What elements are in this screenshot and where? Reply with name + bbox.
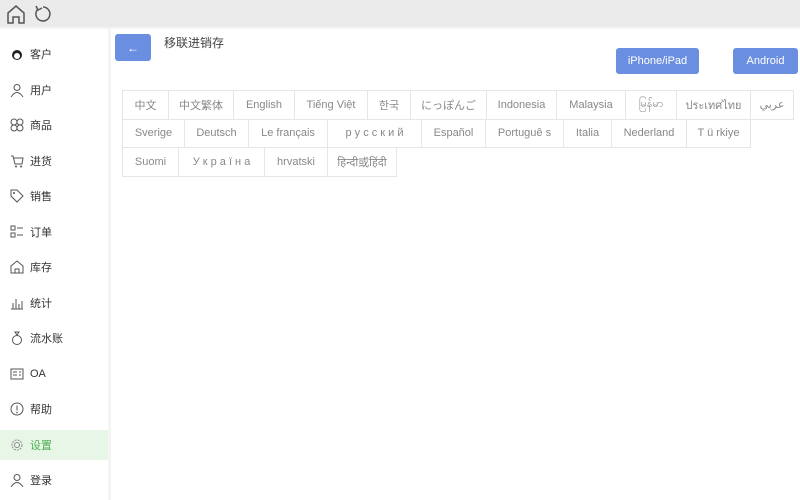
language-row: Suomi У к р а ї н а hrvatski हिन्दी或हिंदी bbox=[122, 147, 793, 177]
language-option[interactable]: Italia bbox=[563, 118, 612, 148]
sidebar-item-3[interactable]: 进货 bbox=[0, 146, 108, 176]
language-row: 中文 中文繁体 English Tiếng Việt 한국 にっぽんご Indonesia M… bbox=[122, 90, 794, 120]
customer-icon bbox=[12, 50, 22, 60]
top-bar bbox=[0, 0, 800, 27]
language-option[interactable]: 한국 bbox=[367, 90, 411, 120]
gear-icon bbox=[11, 439, 23, 450]
language-option[interactable]: にっぽんご bbox=[410, 90, 487, 120]
sidebar-item-4[interactable]: 销售 bbox=[0, 181, 108, 211]
language-option[interactable]: Suomi bbox=[122, 147, 179, 177]
sidebar-item-6[interactable]: 库存 bbox=[0, 252, 108, 282]
cart-icon bbox=[11, 155, 24, 167]
language-option[interactable]: 中文 bbox=[122, 90, 169, 120]
language-option[interactable]: Nederland bbox=[611, 118, 687, 148]
iphone-ipad-button[interactable]: iPhone/iPad bbox=[616, 48, 699, 74]
language-option[interactable]: Deutsch bbox=[184, 118, 249, 148]
sidebar-item-label: 进货 bbox=[30, 155, 52, 168]
main-panel: ← 移联进销存 iPhone/iPad Android 中文 中文繁体 Englis… bbox=[111, 29, 800, 500]
sidebar-item-9[interactable]: OA bbox=[0, 359, 108, 389]
language-row: Sverige Deutsch Le français р у с с к и й Es… bbox=[122, 118, 793, 148]
sidebar-item-label: 用户 bbox=[30, 84, 52, 97]
sidebar-item-label: 销售 bbox=[30, 191, 52, 203]
sidebar-item-8[interactable]: 流水账 bbox=[0, 323, 108, 353]
language-option[interactable]: عربي bbox=[750, 90, 794, 120]
login-user-icon bbox=[10, 474, 24, 487]
language-option[interactable]: မြန်မာ bbox=[625, 90, 677, 120]
language-option[interactable]: 中文繁体 bbox=[168, 90, 234, 120]
language-option[interactable]: Malaysia bbox=[556, 90, 626, 120]
language-option[interactable]: Tiếng Việt bbox=[294, 90, 368, 120]
warehouse-icon bbox=[10, 260, 24, 274]
id-card-icon bbox=[10, 368, 24, 379]
language-option[interactable]: हिन्दी或हिंदी bbox=[327, 147, 397, 177]
sidebar-item-label: 流水账 bbox=[30, 333, 63, 345]
sidebar-item-label: 统计 bbox=[30, 297, 52, 310]
language-option[interactable]: Indonesia bbox=[486, 90, 557, 120]
sidebar-item-label: 登录 bbox=[30, 475, 52, 487]
back-button[interactable]: ← bbox=[115, 34, 151, 61]
sidebar-item-label: 订单 bbox=[30, 226, 52, 239]
language-option[interactable]: English bbox=[233, 90, 295, 120]
list-icon bbox=[10, 225, 23, 237]
sidebar-item-label: 帮助 bbox=[30, 404, 52, 416]
home-icon[interactable] bbox=[5, 3, 27, 25]
goods-icon bbox=[10, 118, 24, 132]
language-option[interactable]: Español bbox=[421, 118, 486, 148]
sidebar-item-1[interactable]: 用户 bbox=[0, 75, 108, 105]
sidebar-item-label: 客户 bbox=[30, 49, 52, 61]
sidebar: 客户用户商品进货销售订单库存统计流水账 OA 帮助设置登录 bbox=[0, 29, 108, 500]
sidebar-item-label: OA bbox=[30, 367, 46, 380]
sidebar-item-5[interactable]: 订单 bbox=[0, 217, 108, 247]
language-option[interactable]: Sverige bbox=[122, 118, 185, 148]
language-option[interactable]: р у с с к и й bbox=[327, 118, 422, 148]
moneybag-icon bbox=[12, 331, 22, 345]
language-option[interactable]: Portuguê s bbox=[485, 118, 564, 148]
language-grid: 中文 中文繁体 English Tiếng Việt 한국 にっぽんご Indonesia M… bbox=[122, 90, 794, 177]
sidebar-item-2[interactable]: 商品 bbox=[0, 110, 108, 140]
chart-icon bbox=[11, 298, 23, 309]
language-option[interactable]: Le français bbox=[248, 118, 328, 148]
refresh-icon[interactable] bbox=[32, 3, 54, 25]
sidebar-item-10[interactable]: 帮助 bbox=[0, 394, 108, 424]
sidebar-item-7[interactable]: 统计 bbox=[0, 288, 108, 318]
sidebar-item-label: 库存 bbox=[30, 262, 52, 274]
language-option[interactable]: ประเทศไทย bbox=[676, 90, 751, 120]
page-title: 移联进销存 bbox=[164, 36, 225, 50]
user-icon bbox=[10, 83, 24, 97]
android-button[interactable]: Android bbox=[733, 48, 798, 74]
language-option[interactable]: T ü rkiye bbox=[686, 118, 751, 148]
language-option[interactable]: hrvatski bbox=[264, 147, 328, 177]
sidebar-item-label: 设置 bbox=[30, 439, 52, 452]
sidebar-item-label: 商品 bbox=[30, 120, 52, 132]
sidebar-item-0[interactable]: 客户 bbox=[0, 39, 108, 69]
language-option[interactable]: У к р а ї н а bbox=[178, 147, 265, 177]
sidebar-item-12[interactable]: 登录 bbox=[0, 465, 108, 495]
tag-icon bbox=[10, 189, 24, 203]
info-icon bbox=[10, 402, 24, 416]
sidebar-item-11[interactable]: 设置 bbox=[0, 429, 108, 460]
